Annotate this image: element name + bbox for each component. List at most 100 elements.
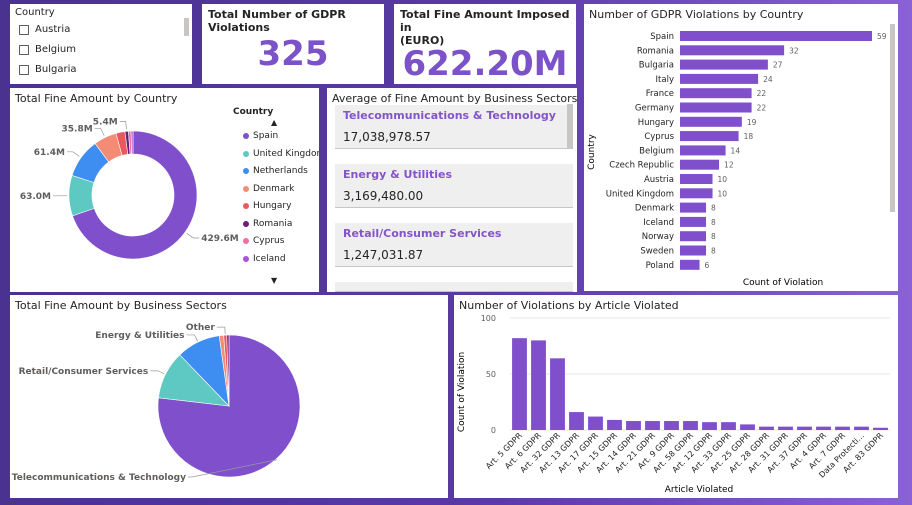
bar[interactable]: [680, 202, 707, 213]
violations-by-article-chart[interactable]: 050100Art. 5 GDPRArt. 6 GDPRArt. 32 GDPR…: [454, 295, 898, 498]
category-label: United Kingdom: [606, 189, 674, 199]
bar[interactable]: [680, 145, 726, 156]
bar[interactable]: [680, 31, 872, 41]
legend-label: United Kingdom: [253, 148, 319, 159]
legend-label: Iceland: [253, 253, 286, 264]
bar[interactable]: [569, 412, 584, 430]
data-label: 19: [747, 118, 757, 127]
bar[interactable]: [550, 358, 565, 430]
bar[interactable]: [680, 231, 707, 242]
card-title: Total Number of GDPR Violations: [208, 8, 346, 34]
data-label: 6: [705, 261, 710, 270]
checkbox[interactable]: [19, 24, 29, 35]
legend-swatch: [243, 133, 249, 139]
slicer-scrollbar[interactable]: [184, 18, 189, 36]
bar[interactable]: [797, 426, 812, 430]
bar[interactable]: [854, 426, 869, 430]
fine-by-sector-panel[interactable]: Total Fine Amount by Business Sectors Te…: [10, 295, 448, 498]
bar[interactable]: [680, 174, 713, 184]
legend-item[interactable]: Cyprus: [243, 236, 284, 246]
slicer-item-austria[interactable]: Austria: [19, 24, 70, 35]
y-tick-label: 0: [491, 426, 496, 435]
bar[interactable]: [680, 73, 759, 84]
legend-item[interactable]: United Kingdom: [243, 149, 319, 159]
leader-line: [94, 128, 105, 136]
legend-swatch: [243, 238, 249, 244]
bar[interactable]: [680, 245, 707, 256]
card-value: 325: [257, 34, 329, 74]
category-label: Czech Republic: [609, 161, 674, 171]
bar[interactable]: [512, 338, 527, 430]
bar[interactable]: [702, 422, 717, 430]
legend-item[interactable]: Hungary: [243, 201, 291, 211]
checkbox[interactable]: [19, 64, 29, 75]
fine-by-sector-pie[interactable]: Telecommunications & Technology Retail/Co…: [10, 295, 448, 498]
avg-sector-value: 1,247,031.87: [343, 248, 424, 262]
fine-by-country-donut[interactable]: 429.6M 63.0M 61.4M 35.8M5.4M: [10, 88, 240, 292]
category-label: Poland: [646, 261, 674, 271]
bar[interactable]: [680, 102, 752, 113]
category-label: Norway: [642, 232, 674, 242]
bar[interactable]: [607, 419, 622, 430]
legend-item[interactable]: Spain: [243, 131, 278, 141]
list-scrollbar[interactable]: [567, 104, 573, 148]
bar[interactable]: [531, 340, 546, 430]
bar[interactable]: [680, 45, 785, 56]
data-label: 59: [877, 32, 887, 41]
legend-scroll-down-icon[interactable]: ▼: [271, 276, 277, 285]
slicer-item-belgium[interactable]: Belgium: [19, 44, 76, 55]
category-label: Germany: [635, 104, 674, 114]
data-label: 63.0M: [20, 192, 51, 202]
data-label: 8: [711, 232, 716, 241]
country-slicer[interactable]: Country Austria Belgium Bulgaria: [10, 4, 192, 84]
avg-sector-item: Energy & Utilities 3,169,480.00: [335, 164, 573, 208]
bar[interactable]: [664, 421, 679, 430]
bar[interactable]: [680, 159, 720, 170]
legend-item[interactable]: Netherlands: [243, 166, 308, 176]
violations-by-country-chart[interactable]: Spain 59 Romania 32 Bulgaria 27 Italy 24 France 2…: [584, 4, 898, 291]
data-label: Telecommunications & Technology: [12, 473, 186, 483]
data-label: 8: [711, 247, 716, 256]
checkbox[interactable]: [19, 44, 29, 55]
slicer-item-bulgaria[interactable]: Bulgaria: [19, 64, 76, 75]
violations-by-country-panel[interactable]: Number of GDPR Violations by Country Spa…: [584, 4, 898, 291]
bar[interactable]: [588, 416, 603, 430]
bar[interactable]: [626, 421, 641, 430]
bar[interactable]: [778, 426, 793, 430]
legend-item[interactable]: Denmark: [243, 184, 294, 194]
bar[interactable]: [683, 421, 698, 430]
bar[interactable]: [759, 426, 774, 430]
bar[interactable]: [680, 116, 742, 127]
avg-sector-label: Retail/Consumer Services: [343, 227, 502, 240]
category-label: France: [646, 89, 674, 99]
legend-item[interactable]: Iceland: [243, 254, 286, 264]
chart-scrollbar[interactable]: [890, 24, 895, 212]
bar[interactable]: [680, 88, 752, 99]
bar[interactable]: [680, 216, 707, 227]
leader-line: [216, 326, 226, 335]
legend-swatch: [243, 168, 249, 174]
bar[interactable]: [721, 422, 736, 430]
bar[interactable]: [873, 427, 888, 430]
legend-item[interactable]: Romania: [243, 219, 292, 229]
bar[interactable]: [835, 426, 850, 430]
avg-fine-by-sector-panel[interactable]: Average of Fine Amount by Business Secto…: [327, 88, 577, 292]
bar[interactable]: [680, 188, 713, 199]
bar[interactable]: [645, 421, 660, 430]
bar[interactable]: [680, 259, 700, 270]
card-title: Total Fine Amount Imposed in (EURO): [400, 8, 576, 47]
bar[interactable]: [680, 131, 739, 142]
category-label: Belgium: [639, 146, 674, 156]
bar[interactable]: [740, 424, 755, 430]
avg-sector-item: Retail/Consumer Services 1,247,031.87: [335, 223, 573, 267]
data-label: 24: [763, 75, 773, 84]
data-label: 8: [711, 204, 716, 213]
fine-by-country-panel[interactable]: Total Fine Amount by Country 429.6M 63.0M…: [10, 88, 319, 292]
legend-swatch: [243, 220, 249, 227]
leader-line: [66, 151, 80, 157]
leader-line: [186, 334, 198, 342]
bar[interactable]: [680, 59, 768, 70]
legend-scroll-up-icon[interactable]: ▲: [271, 118, 277, 127]
violations-by-article-panel[interactable]: Number of Violations by Article Violated…: [454, 295, 898, 498]
bar[interactable]: [816, 426, 831, 430]
